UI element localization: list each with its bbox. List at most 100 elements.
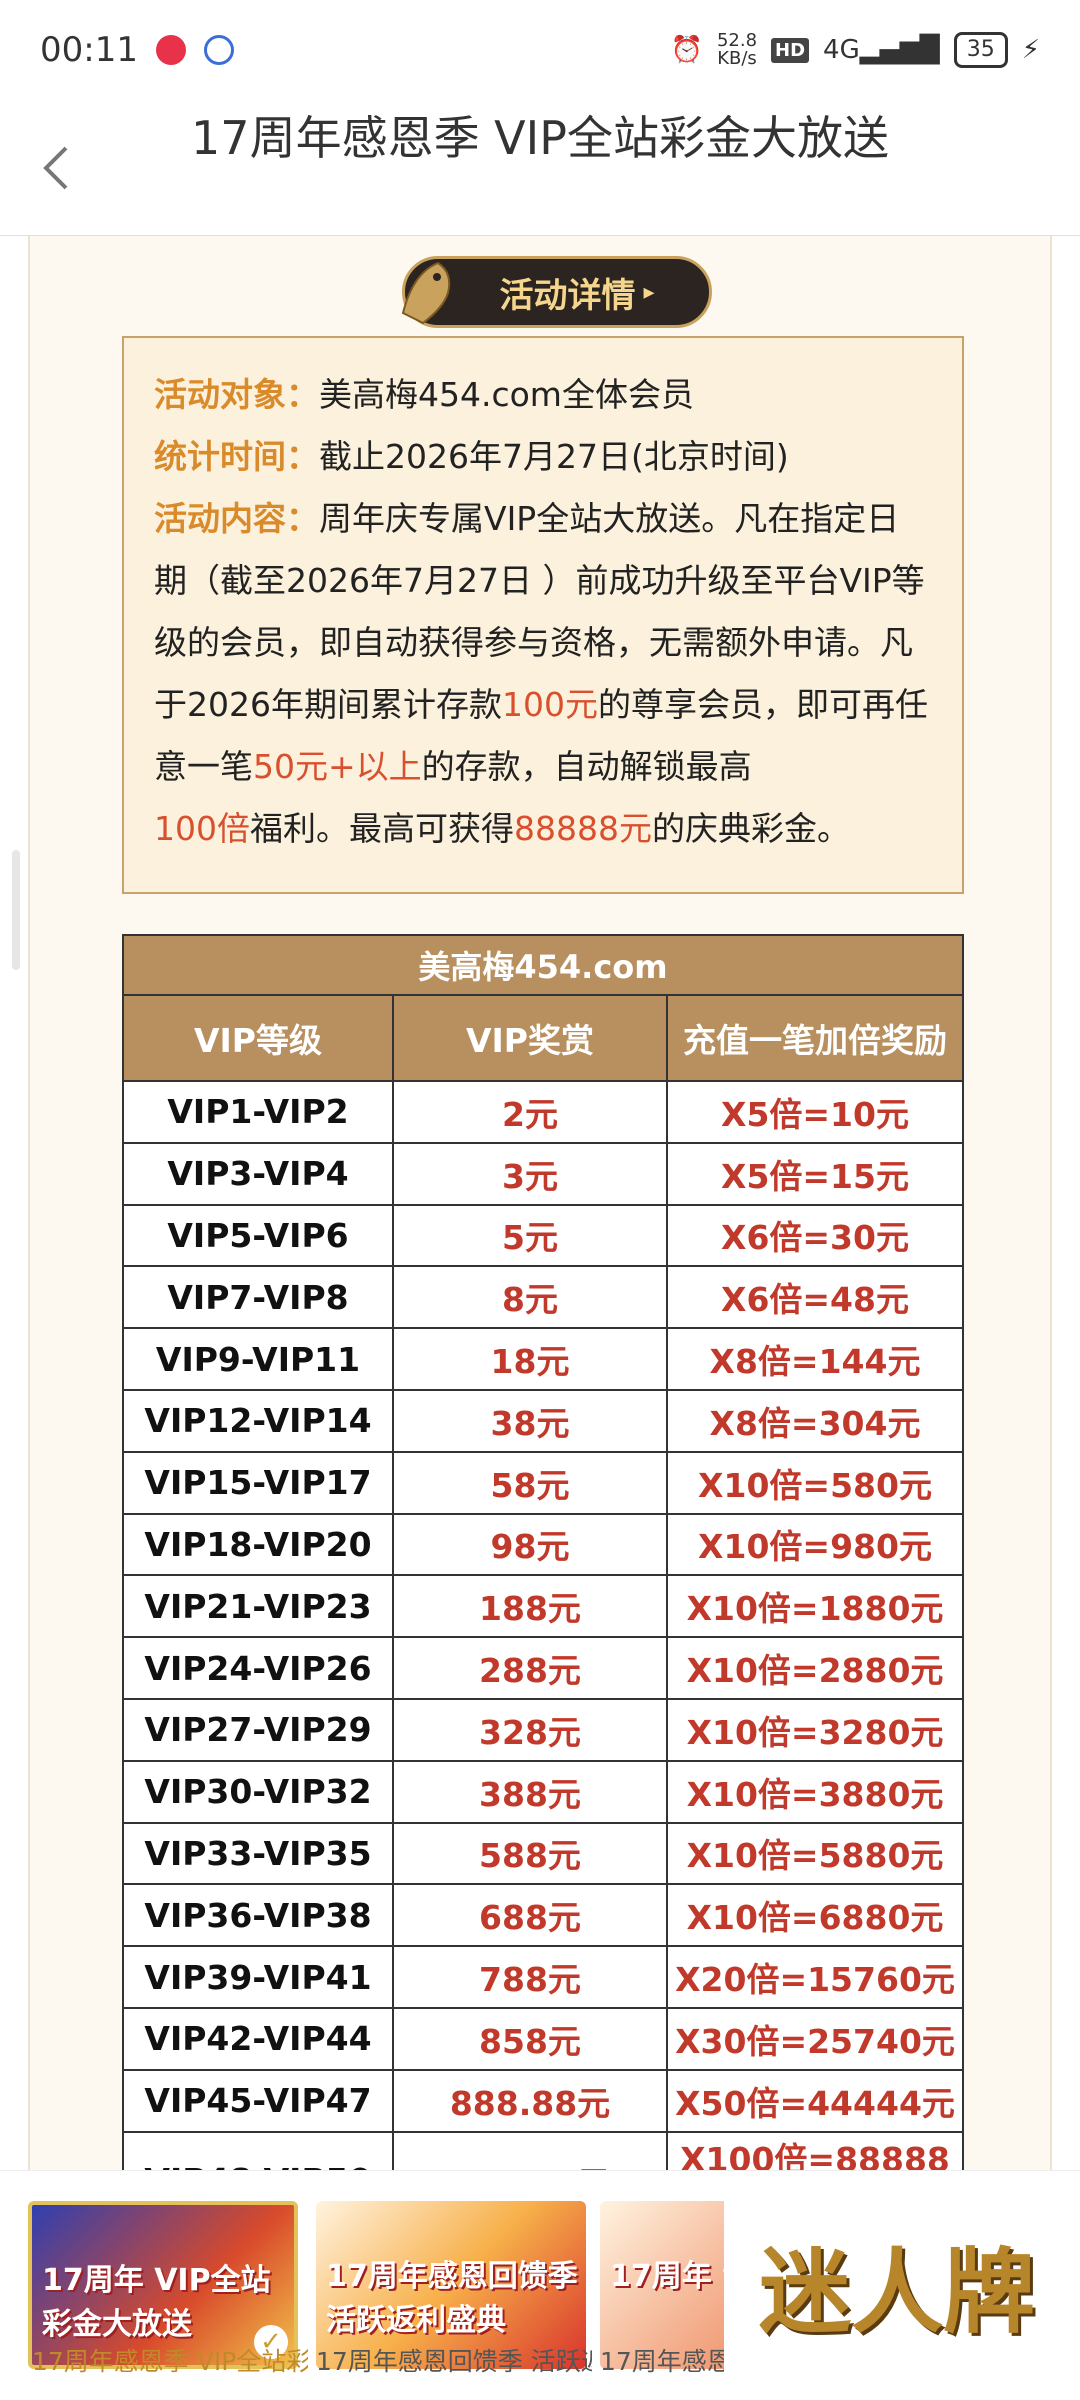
watermark-logo: 迷人牌 — [724, 2186, 1070, 2382]
vip-reward-cell: 328元 — [392, 1697, 668, 1762]
highlight-amount: 50元+以上 — [253, 747, 422, 786]
vip-level-cell: VIP36-VIP38 — [122, 1883, 394, 1948]
table-row: VIP33-VIP35 588元 X10倍=5880元 — [122, 1821, 964, 1886]
vip-level-cell: VIP27-VIP29 — [122, 1697, 394, 1762]
activity-info-box: 活动对象：美高梅454.com全体会员 统计时间：截止2026年7月27日(北京… — [122, 336, 964, 894]
vip-level-cell: VIP12-VIP14 — [122, 1388, 394, 1453]
info-content: 活动内容：周年庆专属VIP全站大放送。凡在指定日期（截至2026年7月27日 ）… — [154, 499, 928, 848]
vip-level-cell: VIP48-VIP50 — [122, 2130, 394, 2170]
info-time: 统计时间：截止2026年7月27日(北京时间) — [154, 426, 932, 488]
table-row: VIP5-VIP6 5元 X6倍=30元 — [122, 1203, 964, 1268]
signal-icon: 4G▂▄▆█ — [823, 35, 940, 65]
thumbnail-caption[interactable]: 17周年感恩回馈季 活跃返利盛典 — [316, 2342, 592, 2378]
table-header-row: VIP等级 VIP奖赏 充值一笔加倍奖励 — [122, 994, 964, 1082]
bonus-cell: X20倍=15760元 — [666, 1945, 964, 2009]
vip-reward-cell: 58元 — [392, 1450, 668, 1515]
info-content-label: 活动内容： — [154, 499, 319, 538]
status-bar: 00:11 ⏰ 52.8 KB/s HD 4G▂▄▆█ 35 ⚡ — [0, 0, 1080, 100]
vip-reward-cell: 888.88元 — [392, 2068, 668, 2133]
table-row: VIP36-VIP38 688元 X10倍=6880元 — [122, 1883, 964, 1948]
vip-reward-table: 美高梅454.com VIP等级 VIP奖赏 充值一笔加倍奖励 VIP1-VIP… — [122, 934, 964, 2170]
battery-icon: 35 — [953, 32, 1008, 68]
vip-reward-cell: 38元 — [392, 1388, 668, 1453]
vip-reward-cell: 588元 — [392, 1821, 668, 1886]
app-notification-icon — [155, 35, 186, 65]
info-target-value: 美高梅454.com全体会员 — [319, 375, 694, 414]
bonus-cell: X6倍=48元 — [666, 1265, 964, 1330]
table-caption: 美高梅454.com — [122, 934, 964, 996]
vip-reward-cell: 98元 — [392, 1512, 668, 1577]
table-row: VIP24-VIP26 288元 X10倍=2880元 — [122, 1636, 964, 1700]
table-row: VIP42-VIP44 858元 X30倍=25740元 — [122, 2006, 964, 2071]
activity-details-banner: 活动详情 ▸ — [401, 256, 712, 328]
vip-reward-cell: 388元 — [392, 1759, 668, 1824]
table-row: VIP7-VIP8 8元 X6倍=48元 — [122, 1265, 964, 1330]
header-vip-reward: VIP奖赏 — [392, 994, 668, 1082]
bonus-cell: X10倍=5880元 — [666, 1821, 964, 1886]
play-arrow-icon: ▸ — [643, 279, 655, 305]
vip-level-cell: VIP21-VIP23 — [122, 1574, 394, 1639]
thumbnail-caption[interactable]: 17周年感恩 — [600, 2342, 730, 2378]
vip-level-cell: VIP42-VIP44 — [122, 2006, 394, 2071]
bonus-cell: X8倍=144元 — [666, 1327, 964, 1391]
bonus-cell: X10倍=3280元 — [666, 1697, 964, 1762]
bonus-cell: X10倍=3880元 — [666, 1759, 964, 1824]
table-row: VIP1-VIP2 2元 X5倍=10元 — [122, 1080, 964, 1144]
vip-reward-cell: 688元 — [392, 1883, 668, 1948]
table-row: VIP15-VIP17 58元 X10倍=580元 — [122, 1450, 964, 1515]
table-caption-row: 美高梅454.com — [122, 934, 964, 996]
vip-level-cell: VIP3-VIP4 — [122, 1141, 394, 1206]
table-row: VIP21-VIP23 188元 X10倍=1880元 — [122, 1574, 964, 1639]
navigation-bar: 17周年感恩季 VIP全站彩金大放送 — [0, 100, 1080, 236]
vip-level-cell: VIP1-VIP2 — [122, 1080, 394, 1144]
app-notification-icon-2 — [203, 35, 234, 65]
header-vip-level: VIP等级 — [122, 994, 394, 1082]
vip-level-cell: VIP15-VIP17 — [122, 1450, 394, 1515]
highlight-amount: 100元 — [501, 685, 598, 724]
vip-level-cell: VIP45-VIP47 — [122, 2068, 394, 2133]
bonus-cell: X100倍=88888元 — [666, 2130, 964, 2170]
edge-handle[interactable] — [12, 850, 20, 970]
bonus-cell: X50倍=44444元 — [666, 2068, 964, 2133]
bonus-cell: X8倍=304元 — [666, 1388, 964, 1453]
highlight-multiplier: 100倍 — [154, 809, 250, 848]
vip-level-cell: VIP30-VIP32 — [122, 1759, 394, 1824]
activity-content[interactable]: 活动详情 ▸ 活动对象：美高梅454.com全体会员 统计时间：截止2026年7… — [28, 236, 1052, 2170]
vip-reward-cell: 3元 — [392, 1141, 668, 1206]
alarm-icon: ⏰ — [670, 35, 703, 65]
info-target: 活动对象：美高梅454.com全体会员 — [154, 364, 932, 426]
vip-reward-cell: 288元 — [392, 1636, 668, 1700]
header-bonus: 充值一笔加倍奖励 — [666, 994, 964, 1082]
table-row: VIP30-VIP32 388元 X10倍=3880元 — [122, 1759, 964, 1824]
chevron-left-icon — [43, 146, 68, 190]
info-target-label: 活动对象： — [154, 375, 319, 414]
thumbnail-caption[interactable]: 17周年感恩季 VIP全站彩金大放送 — [32, 2342, 308, 2378]
page-title: 17周年感恩季 VIP全站彩金大放送 — [191, 111, 889, 165]
bonus-cell: X30倍=25740元 — [666, 2006, 964, 2071]
bonus-cell: X10倍=980元 — [666, 1512, 964, 1577]
dragon-icon — [401, 261, 451, 325]
banner-label: 活动详情 — [499, 275, 636, 316]
vip-reward-cell: 888.88元 — [392, 2130, 668, 2170]
table-row: VIP18-VIP20 98元 X10倍=980元 — [122, 1512, 964, 1577]
bonus-cell: X5倍=10元 — [666, 1080, 964, 1144]
info-time-label: 统计时间： — [154, 437, 319, 476]
vip-reward-cell: 5元 — [392, 1203, 668, 1268]
table-row: VIP48-VIP50888.88元X100倍=88888元 — [122, 2130, 964, 2170]
vip-reward-cell: 188元 — [392, 1574, 668, 1639]
status-time: 00:11 — [40, 30, 138, 70]
vip-reward-cell: 2元 — [392, 1080, 668, 1144]
vip-reward-cell: 8元 — [392, 1265, 668, 1330]
table-row: VIP45-VIP47 888.88元 X50倍=44444元 — [122, 2068, 964, 2133]
back-button[interactable] — [30, 140, 80, 196]
table-row: VIP39-VIP41 788元 X20倍=15760元 — [122, 1945, 964, 2009]
vip-reward-cell: 788元 — [392, 1945, 668, 2009]
vip-level-cell: VIP24-VIP26 — [122, 1636, 394, 1700]
network-speed: 52.8 KB/s — [716, 30, 758, 69]
bonus-cell: X5倍=15元 — [666, 1141, 964, 1206]
highlight-max-amount: 88888元 — [514, 809, 652, 848]
vip-level-cell: VIP7-VIP8 — [122, 1265, 394, 1330]
table-row: VIP9-VIP11 18元 X8倍=144元 — [122, 1327, 964, 1391]
vip-level-cell: VIP18-VIP20 — [122, 1512, 394, 1577]
vip-reward-cell: 858元 — [392, 2006, 668, 2071]
